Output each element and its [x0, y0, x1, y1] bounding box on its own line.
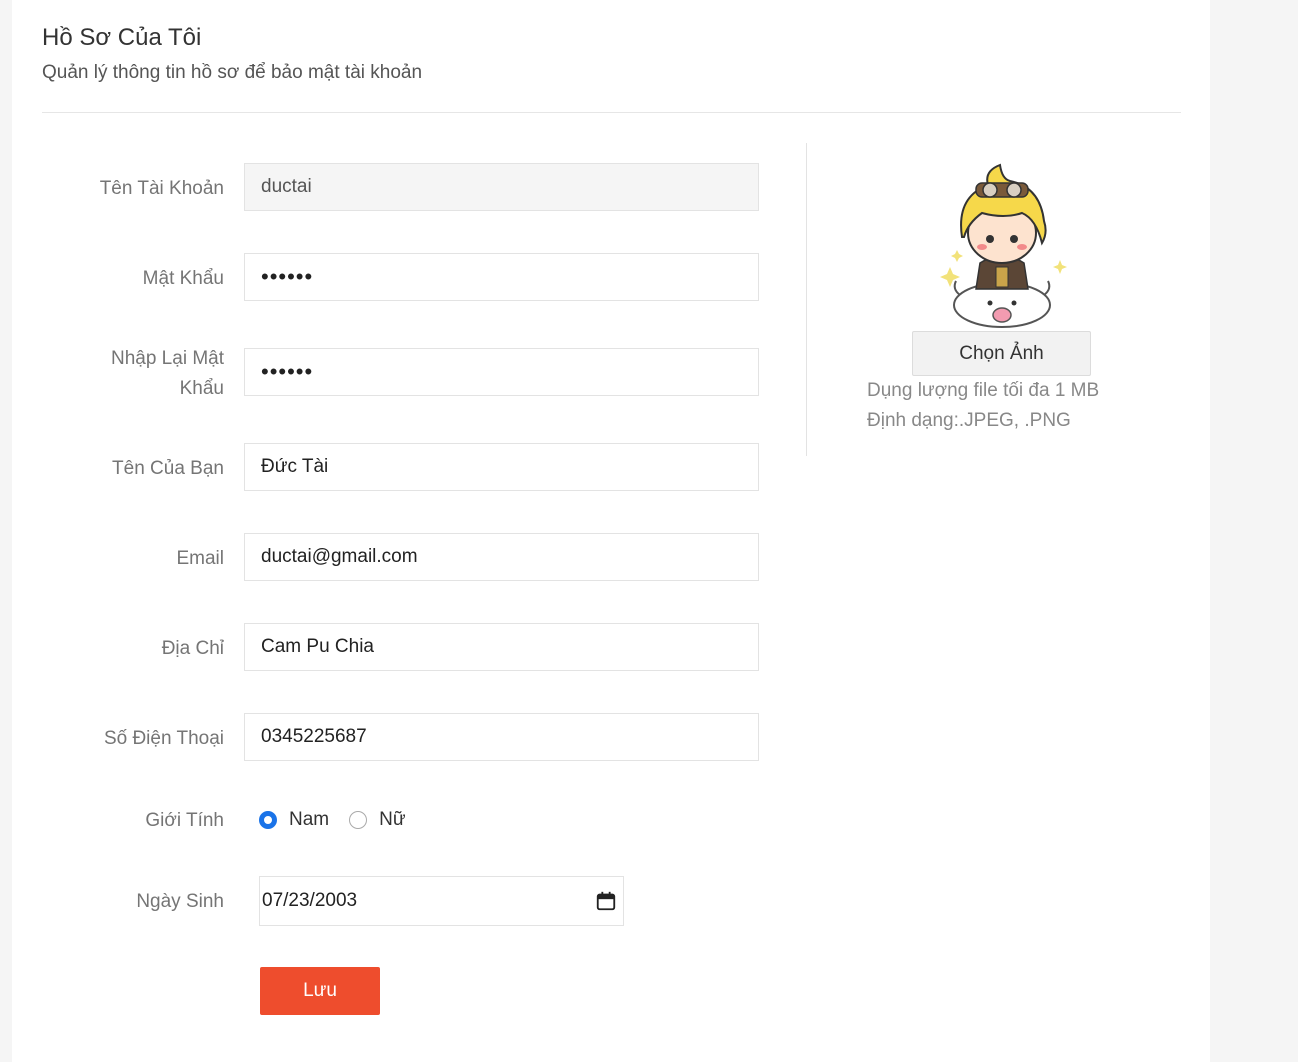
save-button[interactable]: Lưu [260, 967, 380, 1015]
gender-option-female[interactable]: Nữ [349, 809, 406, 831]
password-label: Mật Khẩu [142, 268, 224, 289]
panel-divider [806, 143, 807, 456]
file-format-note: Định dạng:.JPEG, .PNG [867, 410, 1071, 431]
gender-option-male-label: Nam [289, 809, 330, 830]
page-title: Hồ Sơ Của Tôi [42, 24, 202, 51]
name-field[interactable] [244, 443, 759, 491]
file-size-note: Dụng lượng file tối đa 1 MB [867, 380, 1100, 401]
password-field[interactable] [244, 253, 759, 301]
birthday-date-input[interactable]: 07/23/2003 [259, 876, 624, 926]
gender-option-female-label: Nữ [379, 809, 406, 830]
confirm-password-field[interactable] [244, 348, 759, 396]
phone-field[interactable] [244, 713, 759, 761]
email-label: Email [176, 548, 224, 569]
radio-unselected-icon[interactable] [349, 811, 368, 829]
gender-radio-group: Nam Nữ [259, 805, 426, 835]
address-label: Địa Chỉ [161, 638, 224, 659]
address-field[interactable] [244, 623, 759, 671]
avatar-image [940, 163, 1067, 328]
name-label: Tên Của Bạn [112, 458, 224, 479]
profile-card: Hồ Sơ Của Tôi Quản lý thông tin hồ sơ để… [12, 0, 1210, 1062]
email-field[interactable] [244, 533, 759, 581]
username-label: Tên Tài Khoản [99, 178, 224, 199]
confirm-password-label-line2: Khẩu [179, 378, 224, 399]
gender-label: Giới Tính [145, 810, 224, 831]
confirm-password-label-line1: Nhập Lại Mật [110, 348, 224, 369]
choose-image-button[interactable]: Chọn Ảnh [912, 331, 1091, 376]
page-subtitle: Quản lý thông tin hồ sơ để bảo mật tài k… [42, 62, 423, 83]
confirm-password-label: Nhập Lại Mật Khẩu [52, 344, 224, 404]
birthday-label: Ngày Sinh [136, 891, 224, 912]
username-field[interactable] [244, 163, 759, 211]
gender-option-male[interactable]: Nam [259, 809, 329, 831]
birthday-value: 07/23/2003 [262, 890, 358, 911]
phone-label: Số Điện Thoại [103, 728, 224, 749]
header-divider [42, 112, 1181, 113]
calendar-icon[interactable] [595, 890, 617, 912]
radio-selected-icon[interactable] [259, 811, 277, 829]
